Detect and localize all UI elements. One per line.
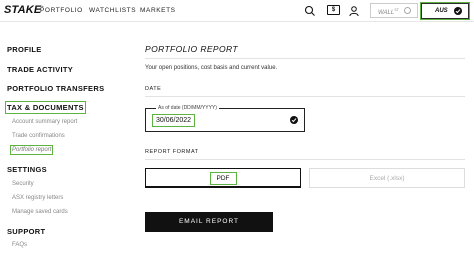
title-divider [145,58,465,59]
wall-st-label: WALL [378,10,395,16]
check-circle-icon [290,116,298,124]
format-pdf-button[interactable]: PDF [145,168,301,188]
sidebar-item-portfolio-report[interactable]: Portfolio report [9,145,54,155]
logo-text: STAKE [4,4,42,16]
date-divider [145,96,465,97]
sidebar-item-faqs[interactable]: FAQs [12,242,27,248]
nav-markets[interactable]: MARKETS [140,7,176,14]
wall-st-sup: ST [394,8,399,12]
user-icon[interactable] [348,5,360,17]
date-section-label: DATE [145,86,162,92]
page-description: Your open positions, cost basis and curr… [145,65,278,71]
as-of-date-field[interactable]: As of date (DD/MM/YYYY) 30/06/2022 [145,105,305,132]
stake-logo[interactable]: STAKE+ [4,4,44,16]
sidebar-item-security[interactable]: Security [12,181,34,187]
sidebar-item-account-summary[interactable]: Account summary report [12,119,77,125]
nav-watchlists[interactable]: WATCHLISTS [89,7,136,14]
sidebar-item-support[interactable]: SUPPORT [7,227,45,236]
check-circle-icon [454,7,462,15]
sidebar-item-portfolio-transfers[interactable]: PORTFOLIO TRANSFERS [7,84,104,93]
aus-label: AUS [435,8,448,14]
email-report-button[interactable]: EMAIL REPORT [145,212,273,232]
radio-empty-icon [404,7,411,14]
sidebar-item-settings[interactable]: SETTINGS [7,165,47,174]
search-icon[interactable] [304,5,316,17]
wall-st-button[interactable]: WALLST [370,3,418,18]
top-nav-bar: STAKE+ PORTFOLIO WATCHLISTS MARKETS $ WA… [0,0,474,22]
wallet-icon[interactable]: $ [327,5,340,15]
sidebar-item-asx-registry-letters[interactable]: ASX registry letters [12,195,63,201]
sidebar-item-trade-confirmations[interactable]: Trade confirmations [12,133,65,139]
sidebar-item-manage-saved-cards[interactable]: Manage saved cards [12,209,68,215]
as-of-date-value[interactable]: 30/06/2022 [151,114,196,127]
report-format-label: REPORT FORMAT [145,149,199,155]
format-xlsx-label: Excel (.xlsx) [369,175,405,182]
format-xlsx-button[interactable]: Excel (.xlsx) [309,168,465,188]
page-title: PORTFOLIO REPORT [145,44,238,54]
sidebar-item-trade-activity[interactable]: TRADE ACTIVITY [7,65,73,74]
format-pdf-label: PDF [209,172,237,185]
sidebar-item-tax-documents[interactable]: TAX & DOCUMENTS [5,101,86,114]
aus-button[interactable]: AUS [420,2,470,20]
sidebar-item-profile[interactable]: PROFILE [7,45,42,54]
as-of-date-caption: As of date (DD/MM/YYYY) [156,105,219,111]
format-divider [145,159,465,160]
nav-portfolio[interactable]: PORTFOLIO [40,7,83,14]
